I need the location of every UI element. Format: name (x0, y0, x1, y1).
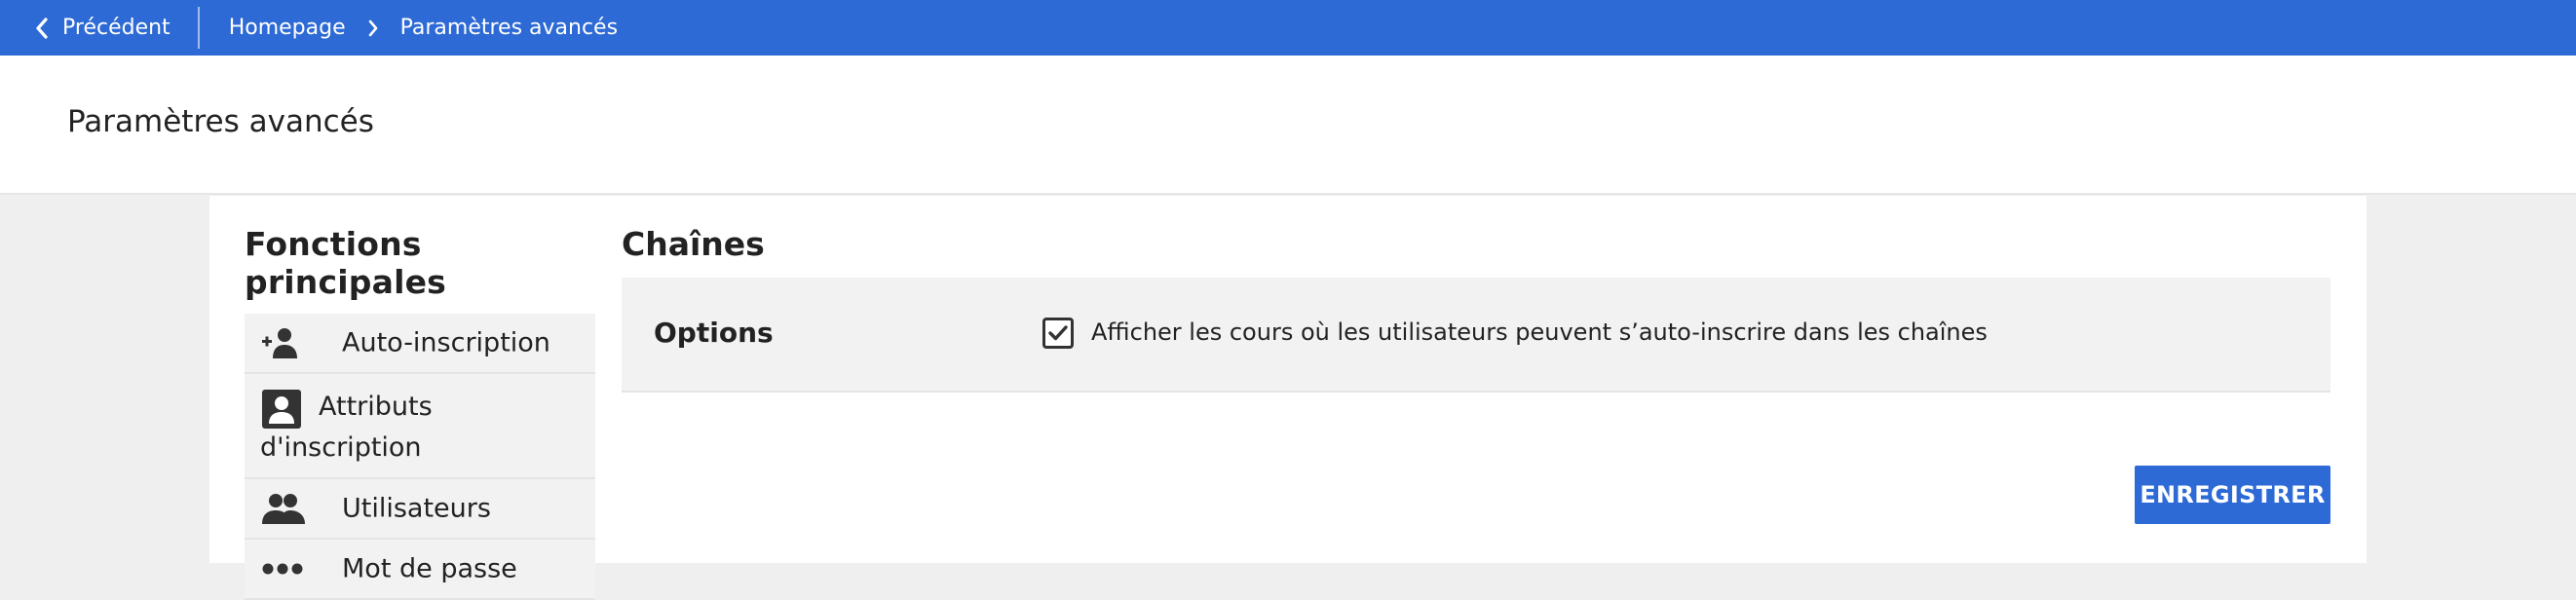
sidebar: Fonctions principales Auto-inscription A… (245, 225, 595, 600)
sidebar-heading: Fonctions principales (245, 225, 446, 301)
page-title: Paramètres avancés (67, 104, 374, 139)
user-badge-icon (260, 388, 307, 429)
breadcrumb: Homepage Paramètres avancés (200, 16, 618, 40)
checkmark-icon (1048, 325, 1068, 341)
back-label: Précédent (62, 16, 170, 40)
sidebar-item-label: Utilisateurs (342, 493, 491, 524)
sidebar-item-label: Mot de passe (342, 553, 517, 584)
page-header: Paramètres avancés (0, 56, 2576, 195)
back-button[interactable]: Précédent (0, 7, 200, 49)
main-content: Chaînes Options Afficher les cours où le… (622, 225, 2330, 524)
breadcrumb-current: Paramètres avancés (399, 16, 619, 40)
users-icon (260, 489, 307, 528)
chevron-right-icon (367, 19, 379, 38)
sidebar-item-mot-de-passe[interactable]: Mot de passe (245, 540, 595, 600)
user-add-icon (260, 323, 307, 362)
checkbox-label[interactable]: Afficher les cours où les utilisateurs p… (1091, 319, 1988, 346)
sidebar-item-attributs-inscription[interactable]: Attributs d'inscription (245, 374, 595, 479)
save-button[interactable]: ENREGISTRER (2135, 466, 2330, 524)
self-enroll-checkbox[interactable] (1042, 318, 1074, 349)
breadcrumb-home-link[interactable]: Homepage (229, 16, 346, 40)
chevron-left-icon (36, 17, 48, 39)
options-row: Options Afficher les cours où les utilis… (622, 278, 2330, 393)
sidebar-item-utilisateurs[interactable]: Utilisateurs (245, 479, 595, 540)
content-panel: Fonctions principales Auto-inscription A… (209, 196, 2367, 600)
section-title: Chaînes (622, 225, 765, 263)
options-label: Options (654, 317, 774, 349)
password-dots-icon (260, 549, 307, 588)
top-navigation-bar: Précédent Homepage Paramètres avancés (0, 0, 2576, 56)
sidebar-item-label: Auto-inscription (342, 327, 550, 358)
sidebar-item-auto-inscription[interactable]: Auto-inscription (245, 314, 595, 374)
sidebar-list: Auto-inscription Attributs d'inscription (245, 314, 595, 600)
